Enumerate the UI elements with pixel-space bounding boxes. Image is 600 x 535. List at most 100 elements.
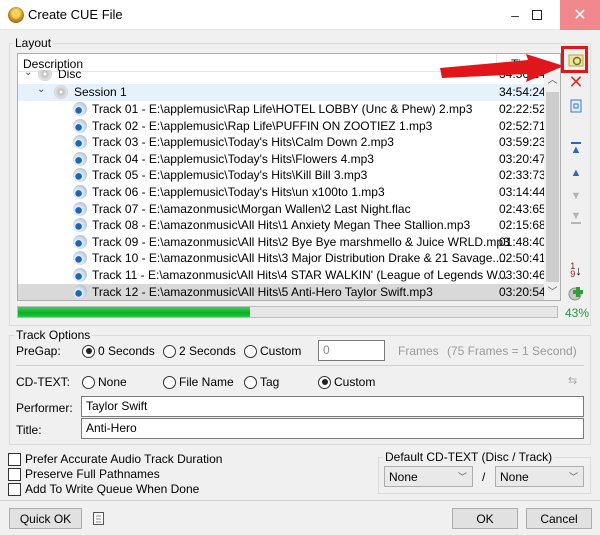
scroll-down-button[interactable]: ﹀ (544, 284, 560, 300)
track-time: 01:48:40 (499, 234, 546, 249)
track-description: Track 11 - E:\amazonmusic\All Hits\4 STA… (92, 268, 508, 282)
track-time: 03:59:23 (499, 135, 546, 150)
cdtext-tag-radio[interactable]: Tag (244, 375, 279, 389)
chevron-down-icon[interactable]: ⌄ (37, 84, 45, 95)
track-row[interactable]: Track 05 - E:\applemusic\Today's Hits\Ki… (18, 167, 546, 184)
cdtext-label: CD-TEXT: (16, 375, 70, 389)
track-description: Track 06 - E:\applemusic\Today's Hits\un… (92, 185, 385, 199)
add-button[interactable] (566, 283, 586, 303)
pregap-label: PreGap: (16, 344, 61, 358)
move-top-icon: ▲ (570, 142, 582, 156)
tree-row-session[interactable]: ⌄ Session 1 34:54:24 (18, 84, 546, 101)
swap-button[interactable]: ⇆ (568, 374, 577, 387)
move-bottom-icon: ▼ (570, 210, 582, 224)
track-row[interactable]: Track 01 - E:\applemusic\Rap Life\HOTEL … (18, 101, 546, 118)
annotation-arrow-icon (440, 54, 564, 82)
track-row[interactable]: Track 07 - E:\amazonmusic\Morgan Wallen\… (18, 201, 546, 218)
cancel-button[interactable]: Cancel (526, 508, 592, 529)
delete-button[interactable]: ✕ (566, 72, 586, 92)
track-description: Track 12 - E:\amazonmusic\All Hits\5 Ant… (92, 284, 433, 299)
cdtext-separator: / (482, 470, 486, 484)
track-time: 03:30:46 (499, 268, 546, 282)
clipboard-icon (93, 512, 104, 525)
default-disc-cdtext-select[interactable]: None ﹀ (384, 466, 473, 487)
annotation-highlight-box (561, 46, 588, 73)
track-row[interactable]: Track 03 - E:\applemusic\Today's Hits\Ca… (18, 134, 546, 151)
track-row[interactable]: Track 08 - E:\amazonmusic\All Hits\1 Anx… (18, 217, 546, 234)
preserve-pathnames-checkbox[interactable]: Preserve Full Pathnames (8, 467, 160, 481)
move-up-icon: ▲ (570, 167, 582, 179)
move-up-button[interactable]: ▲ (566, 163, 586, 183)
pregap-frames-input[interactable]: 0 (318, 340, 385, 361)
move-down-icon: ▼ (570, 190, 582, 202)
radio-icon (82, 344, 95, 358)
window-title: Create CUE File (28, 7, 123, 22)
layout-group-label: Layout (13, 36, 54, 50)
add-to-write-queue-checkbox[interactable]: Add To Write Queue When Done (8, 482, 199, 496)
clear-icon (570, 99, 582, 113)
divider (16, 365, 584, 366)
move-top-button[interactable]: ▲ (566, 139, 586, 159)
track-row[interactable]: Track 06 - E:\applemusic\Today's Hits\un… (18, 184, 546, 201)
progress-percent: 43% (565, 306, 590, 320)
audio-track-icon (73, 218, 87, 233)
move-down-button[interactable]: ▼ (566, 186, 586, 206)
ok-button[interactable]: OK (452, 508, 518, 529)
track-row[interactable]: Track 10 - E:\amazonmusic\All Hits\3 Maj… (18, 250, 546, 267)
audio-track-icon (73, 201, 87, 216)
track-row[interactable]: Track 11 - E:\amazonmusic\All Hits\4 STA… (18, 267, 546, 284)
session-label: Session 1 (74, 85, 127, 99)
track-description: Track 05 - E:\applemusic\Today's Hits\Ki… (92, 168, 368, 183)
track-row[interactable]: Track 09 - E:\amazonmusic\All Hits\2 Bye… (18, 234, 546, 251)
track-time: 02:43:65 (499, 201, 546, 216)
app-icon (8, 7, 24, 23)
quick-ok-button[interactable]: Quick OK (9, 508, 82, 529)
track-time: 02:52:71 (499, 118, 546, 133)
chevron-down-icon: ﹀ (457, 472, 467, 482)
cdtext-filename-radio[interactable]: File Name (163, 375, 234, 389)
radio-icon (244, 375, 257, 389)
title-input[interactable]: Anti-Hero (81, 418, 584, 439)
prefer-accurate-duration-checkbox[interactable]: Prefer Accurate Audio Track Duration (8, 452, 222, 466)
audio-track-icon (73, 118, 87, 133)
frames-hint: (75 Frames = 1 Second) (447, 344, 577, 358)
audio-track-icon (73, 151, 87, 166)
sort-button[interactable]: 1 9 ↓ (566, 260, 586, 280)
chevron-down-icon[interactable]: ⌄ (24, 70, 32, 78)
pregap-custom-radio[interactable]: Custom (244, 344, 301, 358)
clipboard-button[interactable] (93, 511, 104, 528)
track-description: Track 03 - E:\applemusic\Today's Hits\Ca… (92, 135, 394, 150)
disc-icon (38, 70, 52, 81)
radio-icon (244, 344, 257, 358)
track-description: Track 07 - E:\amazonmusic\Morgan Wallen\… (92, 201, 411, 216)
checkbox-icon (8, 452, 21, 466)
pregap-0-seconds-radio[interactable]: 0 Seconds (82, 344, 155, 358)
track-description: Track 01 - E:\applemusic\Rap Life\HOTEL … (92, 102, 473, 116)
radio-icon (163, 344, 176, 358)
track-description: Track 09 - E:\amazonmusic\All Hits\2 Bye… (92, 234, 510, 249)
layout-tree[interactable]: Description Time ⌄ Disc 34:56:24 ⌄ Sessi… (17, 53, 561, 301)
maximize-button[interactable] (518, 0, 556, 30)
clear-button[interactable] (566, 96, 586, 116)
column-header-description[interactable]: Description (23, 57, 83, 71)
cdtext-none-radio[interactable]: None (82, 375, 127, 389)
track-time: 02:22:52 (499, 102, 546, 116)
move-bottom-button[interactable]: ▼ (566, 207, 586, 227)
track-time: 03:20:54 (499, 284, 546, 299)
track-time: 03:14:44 (499, 185, 546, 199)
performer-label: Performer: (16, 401, 73, 415)
track-description: Track 04 - E:\applemusic\Today's Hits\Fl… (92, 151, 374, 166)
close-button[interactable]: ✕ (560, 0, 600, 30)
cdtext-custom-radio[interactable]: Custom (318, 375, 375, 389)
pregap-2-seconds-radio[interactable]: 2 Seconds (163, 344, 236, 358)
maximize-icon (532, 10, 542, 20)
track-time: 02:50:41 (499, 251, 546, 266)
performer-input[interactable]: Taylor Swift (81, 396, 584, 417)
track-time: 02:15:68 (499, 218, 546, 233)
vertical-scrollbar[interactable]: ︿ ﹀ (544, 72, 560, 300)
track-row[interactable]: Track 12 - E:\amazonmusic\All Hits\5 Ant… (18, 283, 546, 300)
track-row[interactable]: Track 02 - E:\applemusic\Rap Life\PUFFIN… (18, 118, 546, 135)
default-track-cdtext-select[interactable]: None ﹀ (495, 466, 584, 487)
scroll-thumb[interactable] (546, 92, 559, 282)
track-row[interactable]: Track 04 - E:\applemusic\Today's Hits\Fl… (18, 151, 546, 168)
